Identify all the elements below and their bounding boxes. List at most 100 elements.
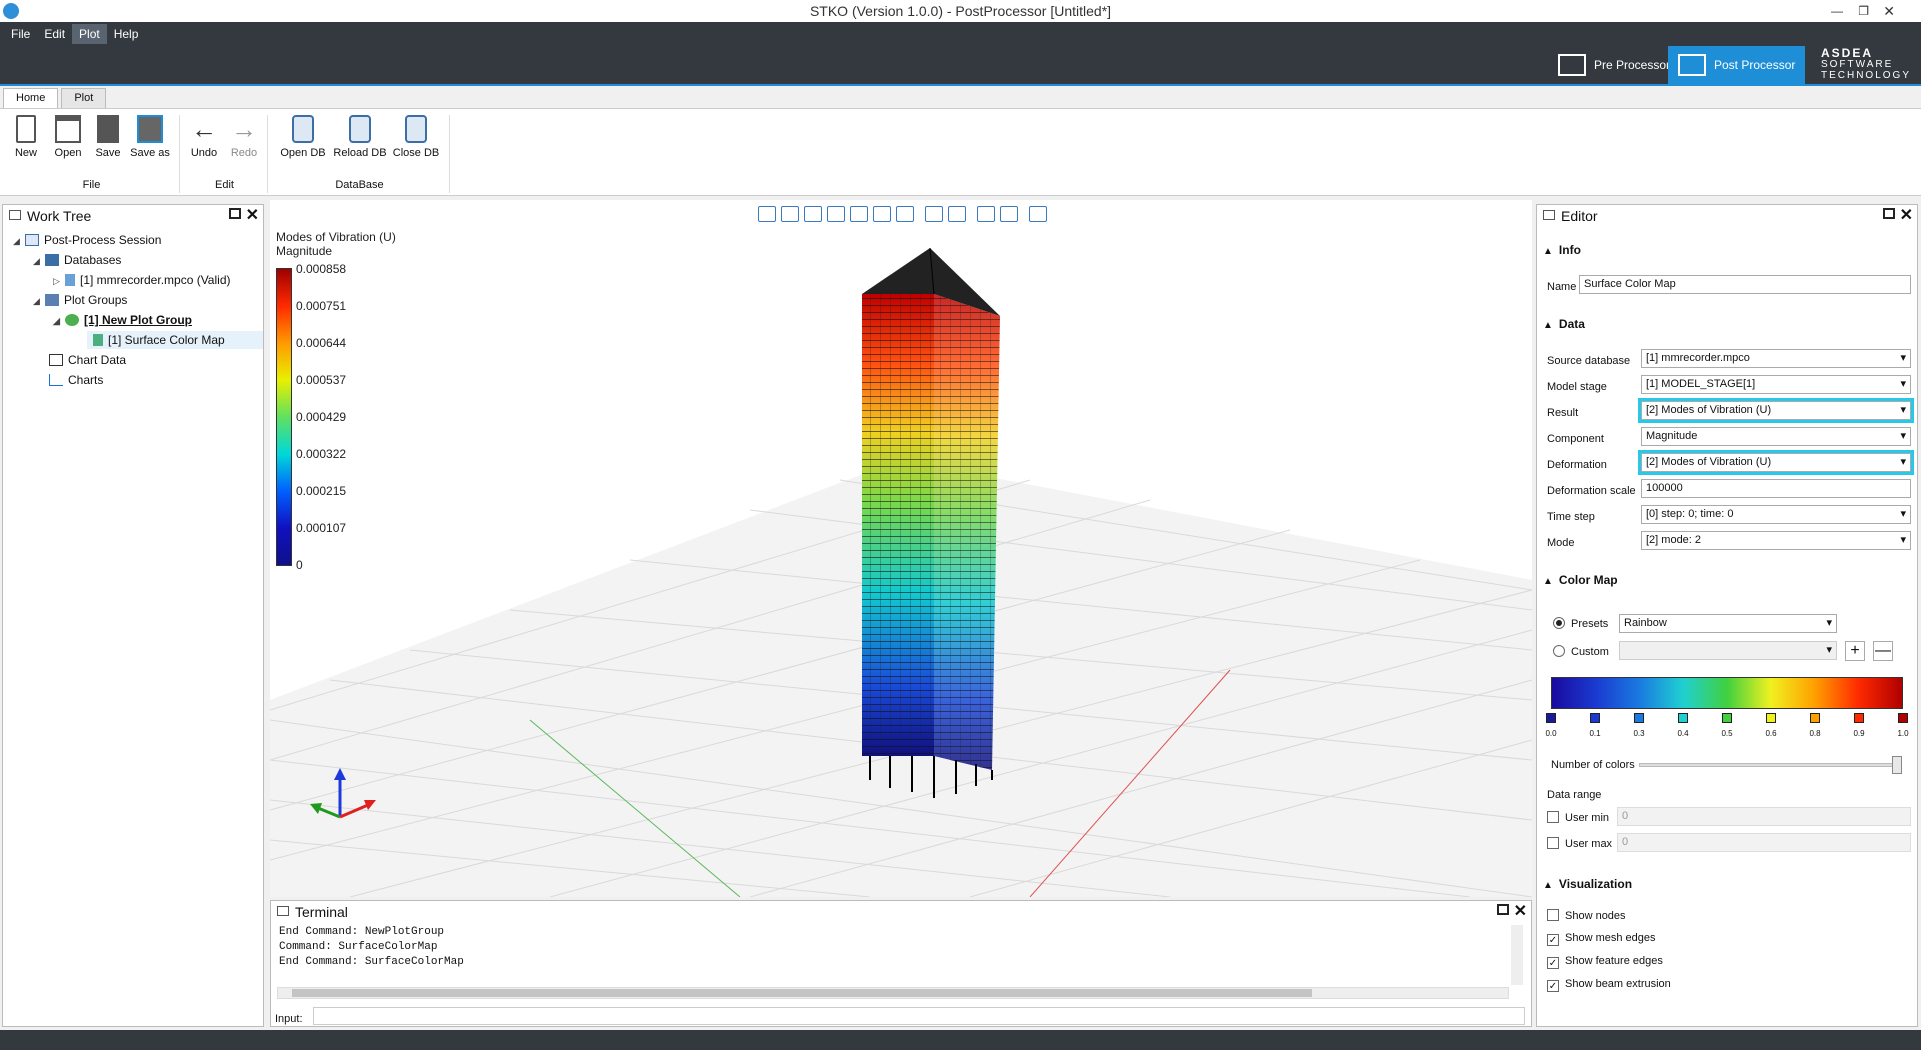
section-data[interactable]: Data (1543, 317, 1585, 331)
color-stop-marker[interactable] (1810, 713, 1820, 723)
source-database-select[interactable]: [1] mmrecorder.mpco (1641, 349, 1911, 368)
scrollbar-thumb[interactable] (292, 989, 1312, 997)
show-nodes-checkbox[interactable]: Show nodes (1547, 909, 1626, 922)
close-panel-icon[interactable]: ✕ (1900, 205, 1913, 227)
radio-on-icon[interactable] (1553, 617, 1565, 629)
add-custom-icon[interactable]: + (1845, 641, 1865, 661)
collapse-arrow-icon[interactable]: ◢ (53, 312, 65, 330)
presets-select[interactable]: Rainbow (1619, 614, 1837, 633)
collapse-arrow-icon[interactable]: ◢ (13, 232, 25, 250)
collapse-arrow-icon[interactable]: ◢ (33, 252, 45, 270)
float-panel-icon[interactable] (1883, 208, 1895, 219)
zoom-fit-icon[interactable] (977, 206, 995, 222)
show-beam-extrusion-checkbox[interactable]: ✓ Show beam extrusion (1547, 978, 1671, 992)
new-button[interactable]: New (4, 115, 48, 159)
checkbox-icon[interactable] (1547, 909, 1559, 921)
tree-item-plot-groups[interactable]: ◢ Plot Groups (33, 291, 127, 309)
save-as-button[interactable]: Save as (128, 115, 172, 159)
tree-item-chart-data[interactable]: Chart Data (49, 351, 126, 369)
view-top-icon[interactable] (873, 206, 891, 222)
color-stop-marker[interactable] (1722, 713, 1732, 723)
name-field[interactable]: Surface Color Map (1579, 275, 1911, 294)
tab-plot[interactable]: Plot (61, 88, 107, 108)
tree-item-database[interactable]: ▷ [1] mmrecorder.mpco (Valid) (53, 271, 231, 289)
deformation-scale-field[interactable]: 100000 (1641, 479, 1911, 498)
viewport-scene[interactable] (269, 200, 1533, 898)
close-window-icon[interactable]: ✕ (1883, 0, 1895, 22)
presets-radio[interactable]: Presets (1553, 617, 1608, 630)
menu-file[interactable]: File (4, 24, 37, 44)
number-of-colors-slider[interactable] (1639, 756, 1902, 774)
section-visualization[interactable]: Visualization (1543, 877, 1632, 891)
color-stop-marker[interactable] (1546, 713, 1556, 723)
float-panel-icon[interactable] (1497, 904, 1509, 915)
close-panel-icon[interactable]: ✕ (1514, 901, 1527, 923)
user-min-field[interactable]: 0 (1617, 807, 1911, 826)
pre-processor-button[interactable]: Pre Processor (1548, 46, 1680, 84)
tab-home[interactable]: Home (3, 88, 59, 108)
custom-select[interactable] (1619, 641, 1837, 660)
zoom-icon[interactable] (1000, 206, 1018, 222)
view-right-icon[interactable] (850, 206, 868, 222)
tree-item-charts[interactable]: Charts (49, 371, 103, 389)
checkbox-icon[interactable] (1547, 837, 1559, 849)
user-max-checkbox[interactable]: User max (1547, 837, 1612, 850)
close-panel-icon[interactable]: ✕ (246, 205, 259, 227)
color-stop-marker[interactable] (1678, 713, 1688, 723)
minimize-icon[interactable]: — (1831, 0, 1843, 22)
show-feature-edges-checkbox[interactable]: ✓ Show feature edges (1547, 955, 1663, 969)
collapse-arrow-icon[interactable]: ◢ (33, 292, 45, 310)
horizontal-scrollbar[interactable] (277, 987, 1509, 999)
grid-icon[interactable] (1029, 206, 1047, 222)
open-db-button[interactable]: Open DB (278, 115, 328, 159)
post-processor-button[interactable]: Post Processor (1668, 46, 1806, 84)
custom-radio[interactable]: Custom (1553, 645, 1609, 658)
radio-off-icon[interactable] (1553, 645, 1565, 657)
time-step-select[interactable]: [0] step: 0; time: 0 (1641, 505, 1911, 524)
menu-plot[interactable]: Plot (72, 24, 107, 44)
float-panel-icon[interactable] (229, 208, 241, 219)
restore-icon[interactable]: ❐ (1858, 0, 1869, 22)
section-color-map[interactable]: Color Map (1543, 573, 1618, 587)
undo-button[interactable]: ← Undo (182, 115, 226, 159)
checkbox-icon[interactable] (1547, 811, 1559, 823)
terminal-input[interactable] (313, 1007, 1525, 1025)
user-max-field[interactable]: 0 (1617, 833, 1911, 852)
tree-item-databases[interactable]: ◢ Databases (33, 251, 121, 269)
mode-select[interactable]: [2] mode: 2 (1641, 531, 1911, 550)
view-iso-icon[interactable] (758, 206, 776, 222)
checkbox-checked-icon[interactable]: ✓ (1547, 934, 1559, 946)
component-select[interactable]: Magnitude (1641, 427, 1911, 446)
show-mesh-edges-checkbox[interactable]: ✓ Show mesh edges (1547, 932, 1656, 946)
result-select[interactable]: [2] Modes of Vibration (U) (1638, 398, 1914, 423)
color-stop-marker[interactable] (1590, 713, 1600, 723)
checkbox-checked-icon[interactable]: ✓ (1547, 980, 1559, 992)
color-stop-marker[interactable] (1634, 713, 1644, 723)
deformation-select[interactable]: [2] Modes of Vibration (U) (1638, 450, 1914, 475)
close-db-button[interactable]: Close DB (390, 115, 442, 159)
color-stop-marker[interactable] (1766, 713, 1776, 723)
color-stop-marker[interactable] (1898, 713, 1908, 723)
tree-item-plot-group[interactable]: ◢ [1] New Plot Group (53, 311, 192, 329)
view-back-icon[interactable] (804, 206, 822, 222)
menu-edit[interactable]: Edit (37, 24, 72, 44)
parallel-icon[interactable] (948, 206, 966, 222)
save-button[interactable]: Save (86, 115, 130, 159)
view-bottom-icon[interactable] (896, 206, 914, 222)
3d-viewport[interactable] (269, 200, 1533, 898)
tree-item-surface-color-map[interactable]: [1] Surface Color Map (87, 331, 263, 349)
expand-arrow-icon[interactable]: ▷ (53, 272, 65, 290)
user-min-checkbox[interactable]: User min (1547, 811, 1609, 824)
vertical-scrollbar[interactable] (1511, 925, 1523, 985)
section-info[interactable]: Info (1543, 243, 1581, 257)
open-button[interactable]: Open (46, 115, 90, 159)
model-stage-select[interactable]: [1] MODEL_STAGE[1] (1641, 375, 1911, 394)
color-stop-marker[interactable] (1854, 713, 1864, 723)
tree-item-session[interactable]: ◢ Post-Process Session (13, 231, 161, 249)
menu-help[interactable]: Help (107, 24, 146, 44)
view-front-icon[interactable] (781, 206, 799, 222)
view-left-icon[interactable] (827, 206, 845, 222)
reload-db-button[interactable]: Reload DB (332, 115, 388, 159)
perspective-icon[interactable] (925, 206, 943, 222)
slider-handle[interactable] (1892, 756, 1902, 774)
